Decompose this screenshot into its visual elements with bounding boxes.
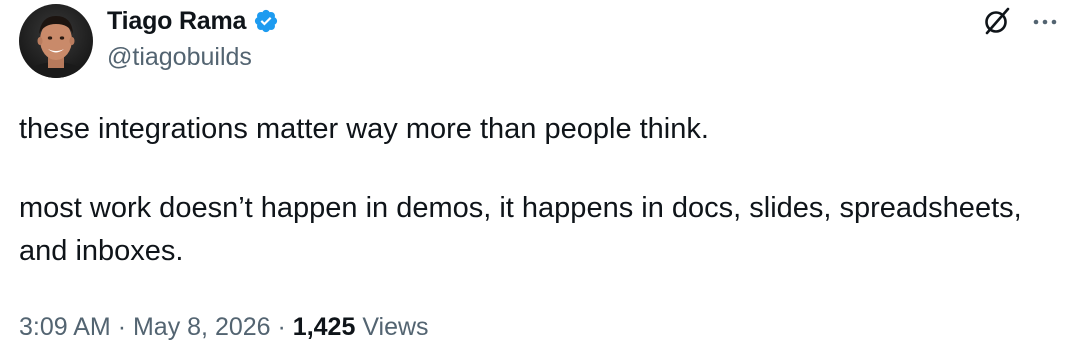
meta-separator: · [277, 313, 286, 341]
grok-icon[interactable] [982, 6, 1012, 36]
more-options-icon[interactable] [1030, 8, 1060, 38]
tweet-time: 3:09 AM [19, 313, 111, 341]
views-count: 1,425 [292, 313, 356, 341]
meta-separator: · [117, 313, 127, 341]
tweet-card: Tiago Rama @tiagobuilds these integratio… [0, 0, 1080, 357]
tweet-meta: 3:09 AM · May 8, 2026 · 1,425 Views [19, 309, 429, 345]
avatar[interactable] [19, 4, 93, 78]
author-handle[interactable]: @tiagobuilds [107, 42, 252, 72]
tweet-text: these integrations matter way more than … [19, 108, 1059, 273]
tweet-paragraph-1: these integrations matter way more than … [19, 113, 709, 145]
author-display-name[interactable]: Tiago Rama [107, 6, 246, 36]
tweet-date: May 8, 2026 [132, 313, 271, 341]
author-name-row: Tiago Rama [107, 6, 279, 36]
avatar-image [19, 4, 93, 78]
verified-badge-icon [253, 8, 279, 34]
views-label: Views [362, 313, 429, 341]
tweet-timestamp[interactable]: 3:09 AM · May 8, 2026 [19, 313, 271, 341]
tweet-paragraph-2: most work doesn’t happen in demos, it ha… [19, 192, 1022, 267]
